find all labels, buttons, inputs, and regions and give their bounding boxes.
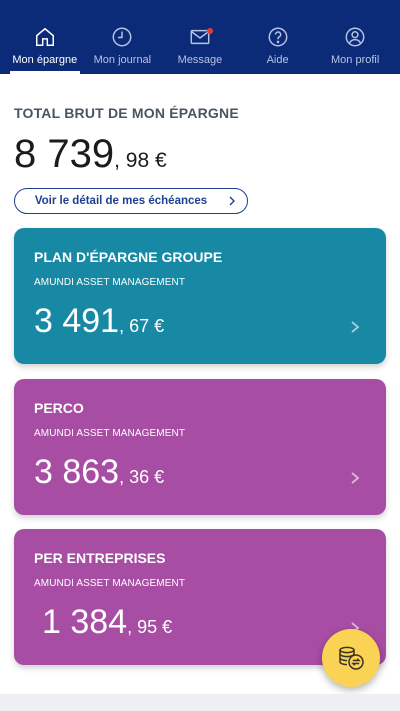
nav-item-message[interactable]: Message bbox=[161, 0, 239, 74]
view-maturities-label: Voir le détail de mes échéances bbox=[34, 195, 208, 207]
nav-item-mon-profil[interactable]: Mon profil bbox=[316, 0, 394, 74]
nav-label: Message bbox=[177, 54, 223, 66]
amount-integer: 8 739 bbox=[14, 132, 115, 176]
plan-card-perco[interactable]: PERCO AMUNDI ASSET MANAGEMENT 3 863, 36 … bbox=[14, 379, 386, 515]
bottom-strip bbox=[0, 694, 400, 711]
plan-manager: AMUNDI ASSET MANAGEMENT bbox=[34, 428, 186, 439]
plan-amount: 3 491, 67 € bbox=[34, 302, 164, 341]
amount-decimal: , 95 € bbox=[127, 617, 173, 637]
home-icon bbox=[35, 27, 54, 46]
amount-integer: 1 384 bbox=[42, 603, 128, 641]
nav-label: Mon profil bbox=[331, 54, 380, 66]
amount-decimal: , 36 € bbox=[119, 467, 165, 487]
plan-card-peg[interactable]: PLAN D'ÉPARGNE GROUPE AMUNDI ASSET MANAG… bbox=[14, 228, 386, 364]
nav-item-aide[interactable]: Aide bbox=[239, 0, 317, 74]
coins-exchange-icon bbox=[339, 646, 364, 670]
plan-name: PER ENTREPRISES bbox=[34, 550, 166, 566]
top-navigation: Mon épargne Mon journal Message Aide Mon… bbox=[0, 0, 400, 74]
amount-decimal: , 67 € bbox=[119, 316, 165, 336]
nav-label: Mon épargne bbox=[12, 54, 78, 66]
plan-manager: AMUNDI ASSET MANAGEMENT bbox=[34, 277, 186, 288]
total-savings-title: TOTAL BRUT DE MON ÉPARGNE bbox=[14, 105, 239, 121]
plan-name: PLAN D'ÉPARGNE GROUPE bbox=[34, 249, 223, 265]
transfer-fab-button[interactable] bbox=[322, 629, 380, 687]
total-savings-amount: 8 739, 98 € bbox=[14, 132, 167, 177]
plan-amount: 3 863, 36 € bbox=[34, 453, 164, 492]
user-icon bbox=[345, 27, 365, 47]
notification-dot bbox=[207, 28, 214, 34]
view-maturities-button[interactable]: Voir le détail de mes échéances bbox=[14, 188, 248, 214]
nav-item-mon-epargne[interactable]: Mon épargne bbox=[6, 0, 84, 74]
amount-integer: 3 863 bbox=[34, 453, 120, 491]
clock-icon bbox=[112, 27, 132, 47]
chevron-right-icon bbox=[229, 196, 235, 206]
amount-integer: 3 491 bbox=[34, 302, 120, 340]
amount-decimal: , 98 € bbox=[114, 149, 167, 172]
nav-label: Mon journal bbox=[93, 54, 152, 66]
chevron-right-icon bbox=[351, 321, 360, 333]
plan-manager: AMUNDI ASSET MANAGEMENT bbox=[34, 578, 186, 589]
plan-name: PERCO bbox=[34, 400, 84, 416]
plan-amount: 1 384, 95 € bbox=[42, 603, 172, 642]
nav-item-mon-journal[interactable]: Mon journal bbox=[84, 0, 162, 74]
help-icon bbox=[268, 27, 288, 47]
nav-label: Aide bbox=[266, 54, 289, 66]
chevron-right-icon bbox=[351, 472, 360, 484]
